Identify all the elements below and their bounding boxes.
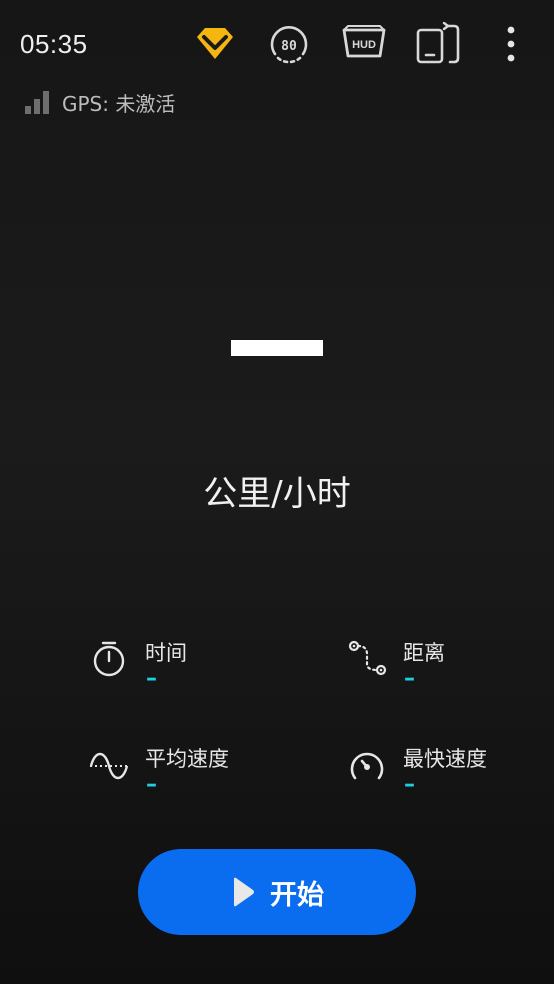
stat-avg-speed-label: 平均速度	[145, 747, 229, 771]
vip-diamond-icon	[197, 28, 233, 59]
speed-limit-icon: 80	[270, 26, 308, 64]
hud-mode-button[interactable]: HUD	[340, 20, 388, 68]
stat-max-speed-value: –	[404, 772, 415, 797]
start-button-label: 开始	[270, 879, 324, 911]
start-button[interactable]: 开始	[138, 849, 416, 935]
sine-wave-icon	[89, 752, 129, 780]
stat-time-value: –	[146, 666, 157, 691]
stat-max-speed-label: 最快速度	[403, 747, 487, 771]
more-options-button[interactable]	[487, 20, 535, 68]
stat-distance-label: 距离	[403, 641, 445, 665]
stat-avg-speed-value: –	[146, 772, 157, 797]
gauge-icon	[350, 752, 384, 780]
stopwatch-icon	[93, 641, 125, 677]
route-icon	[348, 640, 387, 676]
speed-unit: 公里/小时	[203, 474, 351, 514]
speed-limit-text: 80	[281, 39, 297, 54]
more-vert-icon	[507, 26, 515, 62]
speed-limit-button[interactable]: 80	[265, 20, 313, 68]
stat-avg-speed: 平均速度 –	[89, 746, 299, 816]
stat-max-speed: 最快速度 –	[347, 746, 554, 816]
signal-strength-icon	[25, 91, 49, 114]
gps-status-label: GPS: 未激活	[62, 91, 176, 116]
hud-text: HUD	[352, 39, 376, 51]
vip-diamond-button[interactable]	[191, 20, 239, 68]
top-bar: 05:35 80 HUD	[0, 0, 554, 88]
stat-time: 时间 –	[89, 640, 299, 710]
speed-value: —	[231, 340, 323, 356]
hud-icon: HUD	[342, 25, 386, 58]
screen-rotate-icon	[416, 22, 460, 64]
stat-distance-value: –	[404, 666, 415, 691]
clock-time: 05:35	[20, 29, 88, 59]
play-icon	[234, 877, 254, 907]
rotate-screen-button[interactable]	[414, 20, 462, 68]
stat-time-label: 时间	[145, 641, 187, 665]
stat-distance: 距离 –	[347, 640, 554, 710]
gps-status: GPS: 未激活	[24, 88, 175, 116]
